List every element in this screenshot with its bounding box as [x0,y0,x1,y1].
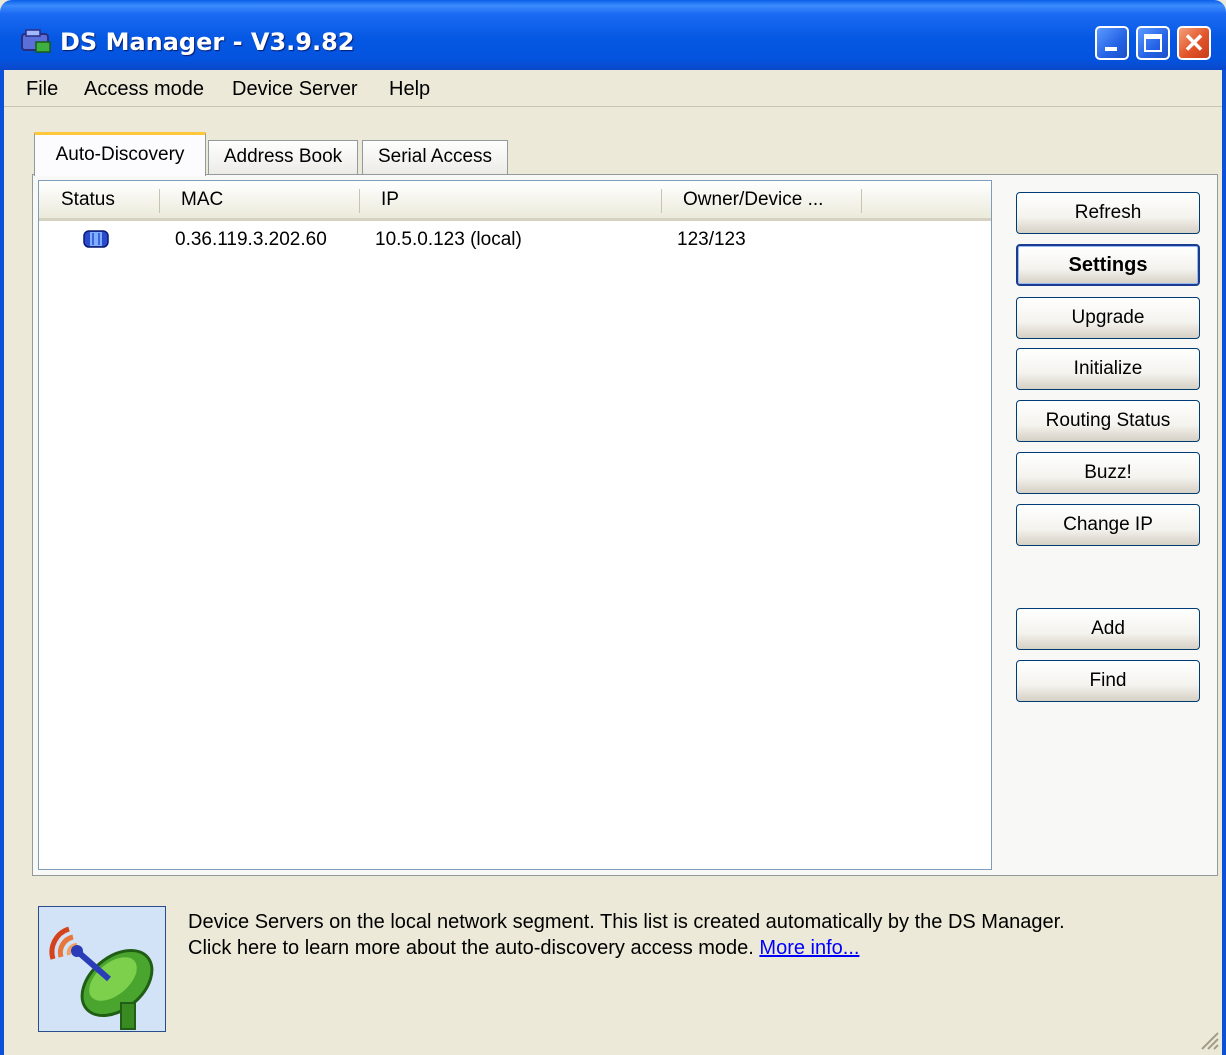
find-button[interactable]: Find [1016,660,1200,702]
info-line-1: Device Servers on the local network segm… [188,911,1065,933]
column-divider[interactable] [861,189,862,213]
list-header: Status MAC IP Owner/Device ... [39,181,991,221]
routing-status-button[interactable]: Routing Status [1016,400,1200,442]
resize-grip-icon[interactable] [1198,1029,1220,1051]
device-list[interactable]: Status MAC IP Owner/Device ... 0.36.119.… [38,180,992,870]
app-icon [21,29,51,53]
satellite-dish-icon [39,907,165,1031]
change-ip-button[interactable]: Change IP [1016,504,1200,546]
minimize-button[interactable] [1095,26,1129,60]
column-divider[interactable] [359,189,360,213]
info-text: Device Servers on the local network segm… [188,909,1188,961]
column-divider[interactable] [661,189,662,213]
close-icon: ✕ [1183,28,1205,58]
title-bar[interactable]: DS Manager - V3.9.82 ✕ [0,0,1226,70]
refresh-button[interactable]: Refresh [1016,192,1200,234]
menu-file[interactable]: File [26,78,58,101]
tab-address-book[interactable]: Address Book [208,140,358,174]
column-status[interactable]: Status [61,189,115,211]
info-line-2: Click here to learn more about the auto-… [188,935,1188,961]
column-ip[interactable]: IP [381,189,399,211]
tab-auto-discovery[interactable]: Auto-Discovery [34,132,206,176]
cell-mac: 0.36.119.3.202.60 [175,229,327,250]
menu-device-server[interactable]: Device Server [232,78,358,101]
column-owner-device[interactable]: Owner/Device ... [683,189,823,211]
menu-bar: File Access mode Device Server Help [4,70,1222,107]
window-border-left [0,70,4,1055]
menu-help[interactable]: Help [389,78,430,101]
info-image[interactable] [38,906,166,1032]
maximize-icon [1144,34,1162,52]
close-button[interactable]: ✕ [1177,26,1211,60]
cell-ip: 10.5.0.123 (local) [375,229,522,250]
cell-owner-device: 123/123 [677,229,746,250]
window-title: DS Manager - V3.9.82 [60,28,355,56]
info-line-2-text: Click here to learn more about the auto-… [188,937,754,959]
tab-serial-access[interactable]: Serial Access [362,140,508,174]
settings-button[interactable]: Settings [1016,244,1200,286]
menu-access-mode[interactable]: Access mode [84,78,204,101]
minimize-icon [1105,47,1117,51]
buzz-button[interactable]: Buzz! [1016,452,1200,494]
device-server-icon [83,230,109,248]
upgrade-button[interactable]: Upgrade [1016,297,1200,339]
window-border-right [1222,70,1226,1055]
maximize-button[interactable] [1136,26,1170,60]
column-divider[interactable] [159,189,160,213]
more-info-link[interactable]: More info... [759,937,859,959]
app-window: DS Manager - V3.9.82 ✕ File Access mode … [0,0,1226,1055]
column-mac[interactable]: MAC [181,189,223,211]
add-button[interactable]: Add [1016,608,1200,650]
initialize-button[interactable]: Initialize [1016,348,1200,390]
